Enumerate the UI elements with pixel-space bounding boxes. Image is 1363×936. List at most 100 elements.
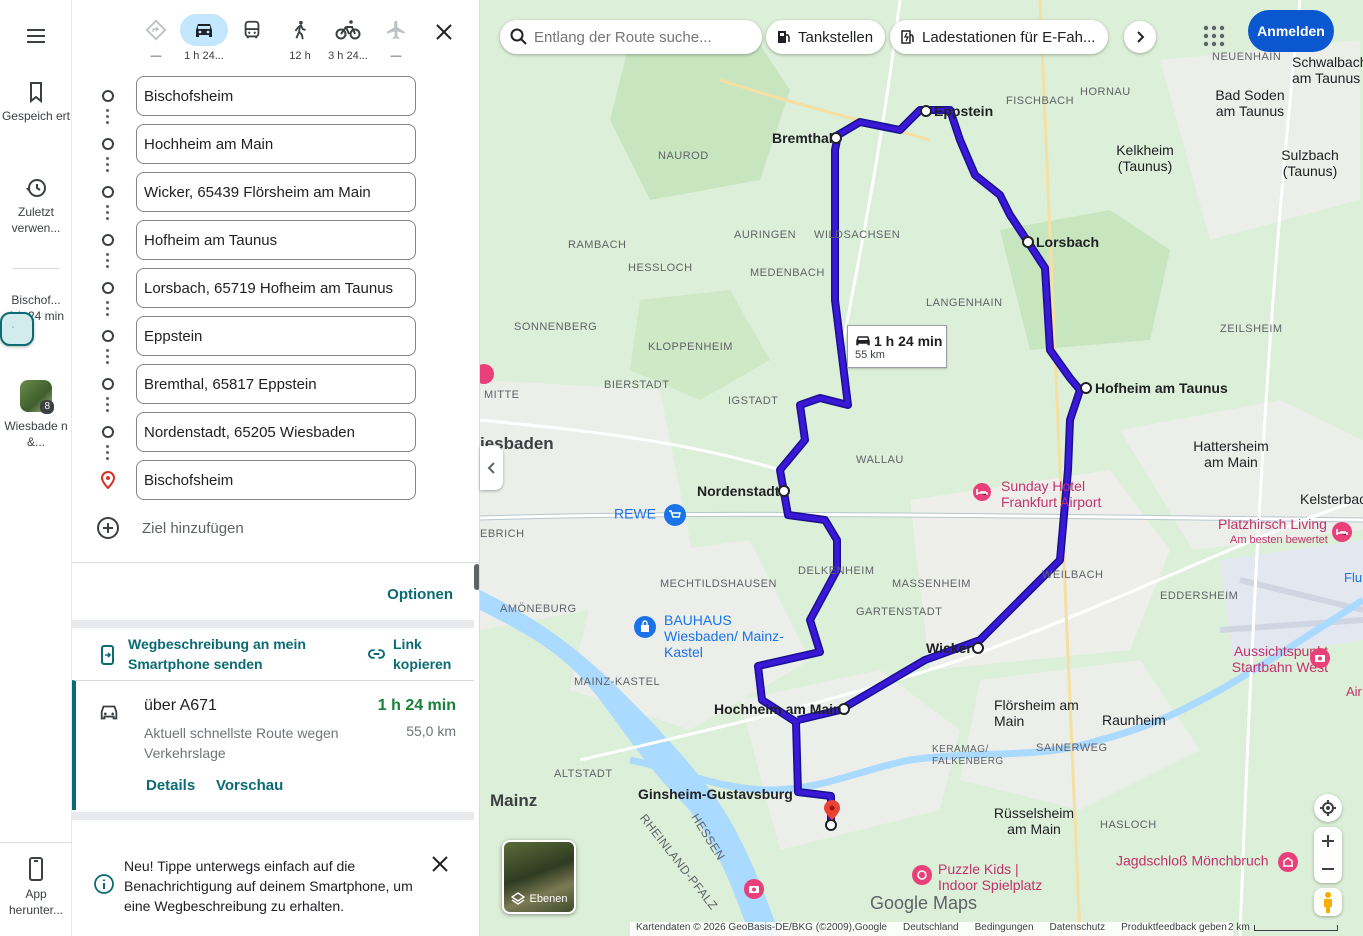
route-option-card[interactable]: über A671 Aktuell schnellste Route wegen… [72, 680, 474, 810]
route-search-input[interactable] [534, 28, 744, 46]
saved-button[interactable]: Gespeich ert [0, 80, 72, 124]
sign-in-button[interactable]: Anmelden [1248, 10, 1334, 52]
my-location-button[interactable] [1314, 794, 1342, 822]
map-attribution: Kartendaten © 2026 GeoBasis-DE/BKG (©200… [630, 922, 1233, 936]
close-directions-button[interactable] [430, 18, 458, 46]
send-to-phone-button[interactable]: Wegbeschreibung an mein Smartphone sende… [98, 634, 328, 674]
recent-route-button[interactable]: Bischof... 1 h 24 min [0, 292, 72, 346]
poi-sublabel: Am besten bewertet [1230, 534, 1328, 546]
attribution-text: Kartendaten © 2026 GeoBasis-DE/BKG (©200… [636, 922, 887, 933]
apps-grid-icon[interactable] [1200, 22, 1228, 50]
country-link[interactable]: Deutschland [903, 922, 959, 936]
route-distance: 55,0 km [406, 723, 456, 739]
poi-platzhirsch[interactable]: Platzhirsch Living Am besten bewertet [1218, 516, 1352, 548]
options-button[interactable]: Optionen [387, 586, 453, 603]
download-app-button[interactable]: App herunter... [0, 856, 72, 918]
map-scale[interactable]: 2 km [1228, 922, 1338, 933]
dotted-connector [106, 394, 110, 412]
stop-row [72, 412, 479, 460]
close-icon[interactable] [432, 856, 448, 872]
stop-input[interactable] [136, 316, 416, 356]
recent-button[interactable]: Zuletzt verwen... [0, 176, 72, 236]
town-ginsheim: Ginsheim-Gustavsburg [638, 786, 793, 802]
stop-input[interactable] [136, 268, 416, 308]
poi-air-partial: Air [1346, 684, 1362, 699]
stop-input[interactable] [136, 76, 416, 116]
town-bad-soden: Bad Soden am Taunus [1215, 87, 1285, 119]
add-destination-label: Ziel hinzufügen [142, 519, 244, 537]
mode-walk[interactable]: 12 h [276, 14, 324, 62]
map-label: WALLAU [856, 454, 904, 466]
map-label: ZEILSHEIM [1220, 323, 1283, 335]
zoom-out-icon[interactable] [1321, 862, 1335, 876]
send-to-phone-icon [101, 645, 114, 665]
chips-next-button[interactable] [1124, 21, 1156, 53]
stop-row [72, 172, 479, 220]
collapse-panel-button[interactable] [480, 446, 503, 490]
destination-pin-icon [101, 471, 115, 489]
mode-flight[interactable]: — [372, 14, 420, 62]
preview-button[interactable]: Vorschau [216, 777, 283, 794]
google-maps-logo: Google Maps [870, 893, 978, 913]
stop-input[interactable] [136, 124, 416, 164]
mode-car[interactable]: 1 h 24... [180, 14, 228, 62]
route-info-duration: 1 h 24 min [874, 333, 943, 349]
car-icon [196, 24, 212, 37]
feedback-link[interactable]: Produktfeedback geben [1121, 922, 1227, 936]
stop-input[interactable] [136, 220, 416, 260]
history-icon [26, 179, 46, 197]
stop-input[interactable] [136, 172, 416, 212]
copy-link-button[interactable]: Link kopieren [368, 634, 479, 674]
shopping-bag-icon [634, 616, 656, 638]
details-button[interactable]: Details [146, 777, 195, 794]
mode-bike[interactable]: 3 h 24... [324, 14, 372, 62]
town-floersheim: Flörsheim am Main [994, 697, 1079, 729]
mode-best[interactable]: — [132, 14, 180, 62]
shopping-cart-icon [663, 504, 686, 526]
poi-sunday-hotel[interactable]: Sunday Hotel Frankfurt Airport [973, 478, 1111, 510]
mode-transit[interactable] [228, 14, 276, 50]
poi-puzzle-kids[interactable]: Puzzle Kids | Indoor Spielplatz [912, 861, 1058, 893]
layers-icon [510, 892, 525, 905]
map-label: AMÖNEBURG [500, 603, 577, 615]
map-canvas[interactable]: NAUROD AURINGEN WILDSACHSEN MEDENBACH RA… [480, 0, 1363, 936]
link-icon [368, 649, 385, 659]
town-hofheim: Hofheim am Taunus [1095, 380, 1228, 396]
dotted-connector [106, 202, 110, 220]
stop-input[interactable] [136, 412, 416, 452]
zoom-in-icon[interactable] [1321, 834, 1335, 848]
chip-label: Tankstellen [798, 28, 874, 46]
map-label: WEILBACH [1042, 569, 1104, 581]
route-info-label[interactable]: 1 h 24 min 55 km [847, 325, 947, 368]
street-view-button[interactable] [1314, 888, 1342, 916]
poi-label: Jagdschloß Mönchbruch [1116, 852, 1269, 869]
chip-gas-stations[interactable]: Tankstellen [766, 20, 886, 54]
car-icon [856, 336, 870, 346]
poi-rewe[interactable]: REWE [614, 504, 686, 526]
poi-jagdschloss[interactable]: Jagdschloß Mönchbruch [1116, 852, 1299, 872]
privacy-link[interactable]: Datenschutz [1050, 922, 1106, 936]
chip-ev-charging[interactable]: Ladestationen für E-Fah... [890, 20, 1108, 54]
map-label: FISCHBACH [1006, 95, 1075, 107]
layers-button[interactable]: Ebenen [502, 840, 576, 914]
recent-place-button[interactable]: 8 Wiesbade n &... [0, 380, 72, 450]
menu-button[interactable] [0, 24, 72, 52]
section-divider [72, 812, 474, 820]
pegman-icon [1324, 892, 1332, 913]
dotted-connector [106, 154, 110, 172]
hotel-icon [1332, 522, 1352, 542]
dotted-connector [106, 250, 110, 268]
scale-label: 2 km [1228, 922, 1250, 933]
bookmark-icon [30, 82, 42, 104]
stop-input[interactable] [136, 364, 416, 404]
route-search-box[interactable] [500, 20, 762, 54]
stop-circle-icon [102, 234, 114, 246]
terms-link[interactable]: Bedingungen [975, 922, 1034, 936]
poi-bauhaus[interactable]: BAUHAUS Wiesbaden/ Mainz-Kastel [634, 612, 804, 660]
poi-label: Platzhirsch Living [1218, 516, 1327, 532]
add-destination-button[interactable]: Ziel hinzufügen [96, 514, 244, 542]
town-mainz: Mainz [490, 791, 538, 810]
stop-row [72, 124, 479, 172]
route-via: über A671 [144, 697, 217, 714]
destination-input[interactable] [136, 460, 416, 500]
